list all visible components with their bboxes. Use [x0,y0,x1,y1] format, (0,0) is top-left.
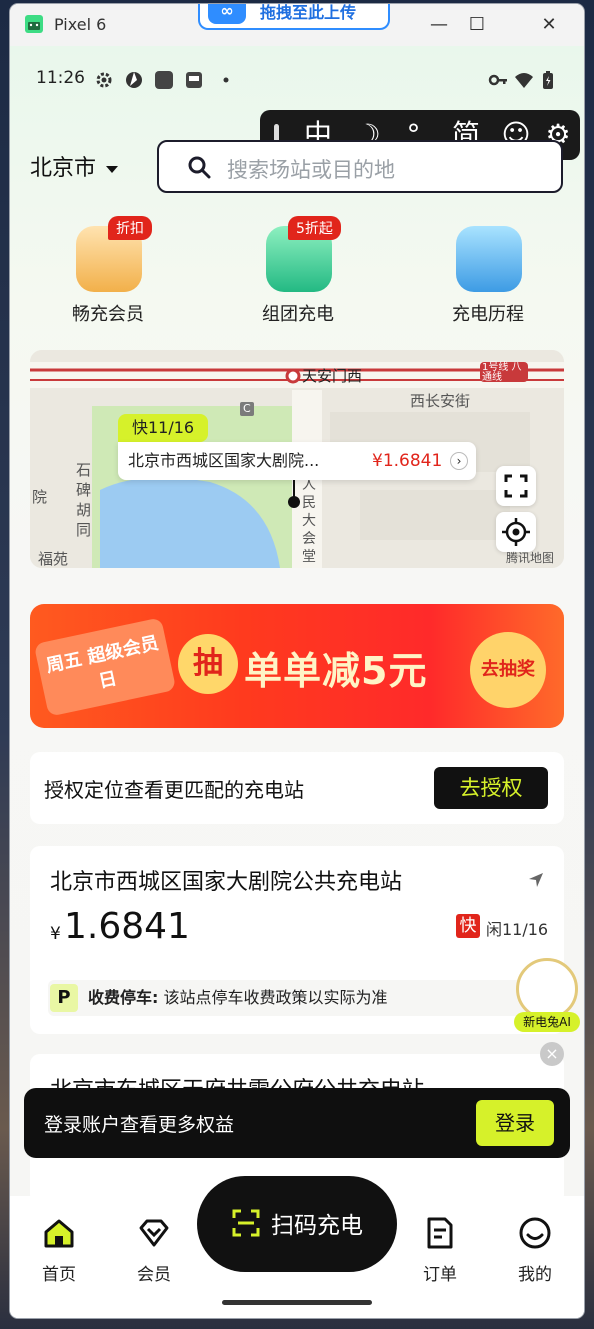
search-placeholder: 搜索场站或目的地 [227,158,395,182]
pin-station-card[interactable]: 北京市西城区国家大剧院... ¥1.6841 › [118,442,476,480]
scan-label: 扫码充电 [271,1213,363,1239]
map-label-metro-lines: 1号线 八通线 [482,362,522,383]
currency-symbol: ¥ [50,924,61,944]
discount-badge: 折扣 [108,216,152,240]
quick-label: 充电历程 [452,304,524,325]
close-toast-button[interactable]: × [540,1042,564,1066]
home-indicator[interactable] [222,1300,372,1305]
map-label-shibei-hutong: 石碑胡同 [76,461,92,539]
map-label-c: C [243,402,251,415]
upload-badge-label: 拖拽至此上传 [260,4,357,22]
pin-station-name: 北京市西城区国家大剧院... [128,451,320,470]
auth-text: 授权定位查看更匹配的充电站 [44,778,304,802]
upload-drop-badge[interactable]: ∞ 拖拽至此上传 [198,4,390,30]
app-square-icon [155,71,173,89]
station-card[interactable]: 北京市西城区国家大剧院公共充电站 ¥ 1.6841 快 闲11/16 P 收费停… [30,846,564,1034]
parking-info: P 收费停车: 该站点停车收费政策以实际为准 [48,980,546,1016]
link-icon: ∞ [208,4,246,24]
idle-count: 闲11/16 [486,920,549,939]
promo-draw-button[interactable]: 去抽奖 [470,632,546,708]
minimize-button[interactable]: — [426,12,452,38]
parking-text: 该站点停车收费政策以实际为准 [163,988,388,1007]
scan-charge-button[interactable]: 扫码充电 [197,1176,397,1272]
quick-group-charge[interactable]: 5折起 组团充电 [238,216,358,332]
ai-assistant-label: 新电兔AI [514,1012,580,1032]
tab-label: 我的 [518,1265,552,1285]
inbox-icon [186,72,202,88]
maximize-button[interactable]: ☐ [464,12,490,38]
location-auth-card: 授权定位查看更匹配的充电站 去授权 [30,752,564,824]
window-titlebar: Pixel 6 ∞ 拖拽至此上传 — ☐ ✕ [10,4,584,46]
aperture-icon [126,72,142,88]
fast-charge-badge: 快 [456,914,480,938]
authorize-button[interactable]: 去授权 [434,767,548,809]
status-bar: 11:26 [36,68,556,92]
tab-label: 订单 [423,1265,457,1285]
battery-icon [543,71,553,89]
tab-mine[interactable]: 我的 [500,1216,570,1286]
promo-banner[interactable]: 周五 超级会员日 抽 单单减5元 去抽奖 [30,604,564,728]
document-icon [427,1217,453,1249]
chevron-right-icon: › [450,452,468,470]
map-label-fuyuan: 福苑 [38,550,69,568]
toast-text: 登录账户查看更多权益 [44,1114,235,1136]
pin-fast-tag: 快11/16 [118,414,209,442]
station-map[interactable]: 天安门西 西长安街 石碑胡同 院 福苑 人民大会堂西路 1号线 八通线 C 快1… [30,350,564,568]
rabbit-mascot-icon [516,958,578,1020]
navigate-icon[interactable] [528,872,544,888]
search-icon [188,156,211,179]
close-window-button[interactable]: ✕ [536,12,562,38]
tab-orders[interactable]: 订单 [405,1216,475,1286]
diamond-icon [139,1219,169,1247]
quick-vip-member[interactable]: 折扣 畅充会员 [48,216,168,332]
crosshair-icon [502,518,530,546]
city-selector[interactable]: 北京市 [30,150,119,182]
locate-button[interactable] [496,512,536,552]
phone-screen: 11:26 中 ☽ °, 简 ☺ ⚙ 北京市 搜索场站或目的地 折扣 畅充会员 … [10,46,584,1318]
android-icon [25,15,43,33]
tab-member[interactable]: 会员 [119,1216,189,1286]
parking-label: 收费停车: [88,988,159,1007]
tab-label: 首页 [42,1265,76,1285]
promo-draw-coin: 抽 [178,634,238,694]
scan-icon [232,1209,260,1237]
fullscreen-button[interactable] [496,466,536,506]
map-label-yuan: 院 [32,488,48,506]
map-label-dahuitang-road: 人民大会堂西路 [302,477,316,568]
ai-assistant-button[interactable]: 新电兔AI [514,958,580,1032]
metro-icon [285,368,301,384]
parking-icon: P [50,984,78,1012]
caret-down-icon [106,165,119,173]
window-title: Pixel 6 [54,15,107,34]
map-label-west-changan: 西长安街 [410,392,471,410]
charger-icon [456,226,522,292]
search-box[interactable]: 搜索场站或目的地 [157,140,563,193]
status-time: 11:26 [36,68,85,88]
city-name: 北京市 [30,156,97,181]
promo-member-card: 周五 超级会员日 [33,617,177,717]
discount-badge: 5折起 [288,216,341,240]
login-toast: 登录账户查看更多权益 登录 [24,1088,570,1158]
map-brand: 腾讯地图 [505,551,554,565]
quick-charge-history[interactable]: 充电历程 [428,222,548,332]
tab-home[interactable]: 首页 [24,1216,94,1286]
pin-price: ¥1.6841 [372,451,443,471]
quick-label: 畅充会员 [72,304,144,325]
gear-icon [96,72,112,88]
tab-label: 会员 [137,1265,171,1285]
map-label-tiananmen-west: 天安门西 [302,367,363,385]
wifi-icon [515,73,533,88]
promo-headline: 单单减5元 [244,649,428,693]
key-icon [488,74,507,86]
dot-icon [223,77,229,83]
emulator-window: Pixel 6 ∞ 拖拽至此上传 — ☐ ✕ 11:26 中 ☽ °, 简 ☺ [10,4,584,1318]
fullscreen-icon [504,474,528,498]
station-price: 1.6841 [64,906,190,947]
station-name: 北京市西城区国家大剧院公共充电站 [50,870,403,895]
smiley-icon [519,1217,551,1249]
home-icon [44,1219,74,1248]
quick-label: 组团充电 [262,304,334,325]
login-button[interactable]: 登录 [476,1100,554,1146]
